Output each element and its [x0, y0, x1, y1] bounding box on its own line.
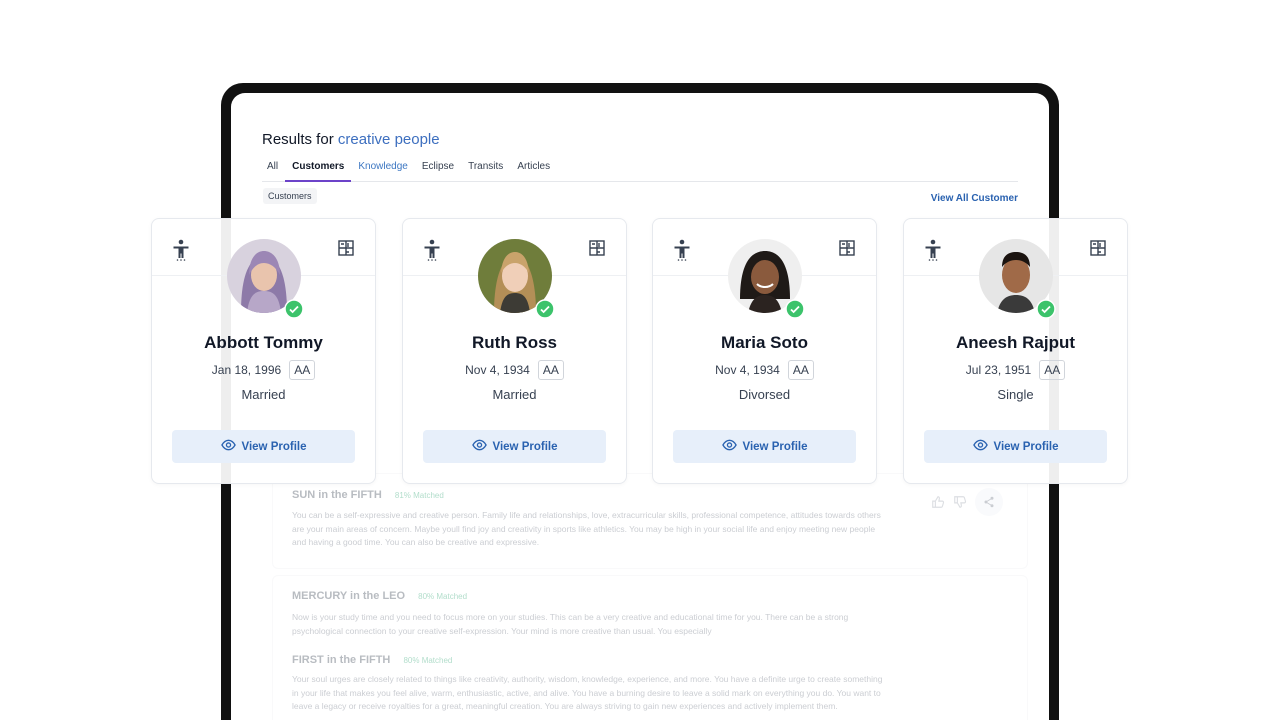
view-all-customer-link[interactable]: View All Customer [931, 193, 1018, 204]
view-profile-button[interactable]: View Profile [924, 430, 1107, 463]
view-profile-label: View Profile [742, 440, 808, 453]
customer-cards: Abbott Tommy Jan 18, 1996 AA Married Vie… [151, 218, 1130, 484]
person-icon[interactable] [423, 239, 441, 261]
results-title: Results for creative people [262, 131, 440, 148]
dob-row: Nov 4, 1934 AA [403, 360, 626, 380]
knowledge-result: SUN in the FIFTH 81% Matched You can be … [272, 473, 1028, 569]
match-badge: 80% Matched [418, 592, 468, 601]
verified-badge-icon [1036, 299, 1056, 319]
chart-grid-icon[interactable] [589, 240, 605, 256]
knowledge-body: Now is your study time and you need to f… [292, 612, 849, 636]
customer-dob: Nov 4, 1934 [465, 363, 530, 377]
customer-name: Ruth Ross [472, 333, 557, 352]
marital-status: Married [241, 387, 286, 402]
customer-dob: Jan 18, 1996 [211, 363, 282, 377]
person-icon[interactable] [172, 239, 190, 261]
customer-card: Aneesh Rajput Jul 23, 1951 AA Single Vie… [903, 218, 1128, 484]
marital-status: Married [492, 387, 537, 402]
chart-grid-icon[interactable] [338, 240, 354, 256]
eye-icon [721, 439, 737, 454]
customer-card: Maria Soto Nov 4, 1934 AA Divorsed View … [652, 218, 877, 484]
verified-badge-icon [535, 299, 555, 319]
marital-status: Single [997, 387, 1034, 402]
knowledge-result: MERCURY in the LEO 80% Matched Now is yo… [272, 575, 1028, 720]
share-icon[interactable] [975, 488, 1003, 516]
person-icon[interactable] [924, 239, 942, 261]
dob-row: Jan 18, 1996 AA [152, 360, 375, 380]
view-profile-label: View Profile [241, 440, 307, 453]
tab-all[interactable]: All [262, 157, 285, 181]
avatar[interactable] [227, 239, 304, 319]
tab-transits[interactable]: Transits [461, 157, 510, 181]
avatar[interactable] [478, 239, 555, 319]
customer-name: Maria Soto [721, 333, 808, 352]
eye-icon [220, 439, 236, 454]
customer-name: Abbott Tommy [204, 333, 323, 352]
match-badge: 81% Matched [394, 491, 444, 500]
customer-tag: AA [787, 360, 814, 380]
eye-icon [972, 439, 988, 454]
thumbs-down-icon[interactable] [953, 495, 967, 509]
view-profile-label: View Profile [492, 440, 558, 453]
result-tabs: All Customers Knowledge Eclipse Transits… [262, 157, 1018, 182]
customer-tag: AA [537, 360, 564, 380]
avatar[interactable] [728, 239, 805, 319]
customer-tag: AA [289, 360, 316, 380]
customer-name: Aneesh Rajput [955, 333, 1076, 352]
verified-badge-icon [785, 299, 805, 319]
customer-card: Ruth Ross Nov 4, 1934 AA Married View Pr… [402, 218, 627, 484]
avatar[interactable] [979, 239, 1056, 319]
chart-grid-icon[interactable] [1090, 240, 1106, 256]
verified-badge-icon [284, 299, 304, 319]
customer-card: Abbott Tommy Jan 18, 1996 AA Married Vie… [151, 218, 376, 484]
knowledge-body: Your soul urges are closely related to t… [292, 674, 883, 711]
dob-row: Jul 23, 1951 AA [904, 360, 1127, 380]
section-label: Customers [263, 188, 317, 204]
dob-row: Nov 4, 1934 AA [653, 360, 876, 380]
knowledge-body: You can be a self-expressive and creativ… [292, 510, 881, 547]
person-icon[interactable] [673, 239, 691, 261]
tab-knowledge[interactable]: Knowledge [351, 157, 414, 181]
knowledge-title: FIRST in the FIFTH [292, 654, 391, 666]
marital-status: Divorsed [738, 387, 791, 402]
eye-icon [471, 439, 487, 454]
chart-grid-icon[interactable] [839, 240, 855, 256]
result-actions [931, 488, 1003, 516]
stage: Results for creative people All Customer… [0, 0, 1280, 720]
knowledge-title: MERCURY in the LEO [292, 590, 406, 602]
view-profile-button[interactable]: View Profile [423, 430, 606, 463]
view-profile-label: View Profile [993, 440, 1059, 453]
customer-dob: Nov 4, 1934 [715, 363, 780, 377]
view-profile-button[interactable]: View Profile [673, 430, 856, 463]
customer-dob: Jul 23, 1951 [965, 363, 1032, 377]
tab-eclipse[interactable]: Eclipse [415, 157, 461, 181]
tab-customers[interactable]: Customers [285, 157, 352, 182]
search-query: creative people [337, 131, 440, 148]
tab-articles[interactable]: Articles [510, 157, 557, 181]
view-profile-button[interactable]: View Profile [172, 430, 355, 463]
customer-tag: AA [1039, 360, 1066, 380]
thumbs-up-icon[interactable] [931, 495, 945, 509]
knowledge-title: SUN in the FIFTH [292, 489, 382, 501]
results-prefix: Results for [262, 131, 334, 148]
match-badge: 80% Matched [403, 656, 453, 665]
